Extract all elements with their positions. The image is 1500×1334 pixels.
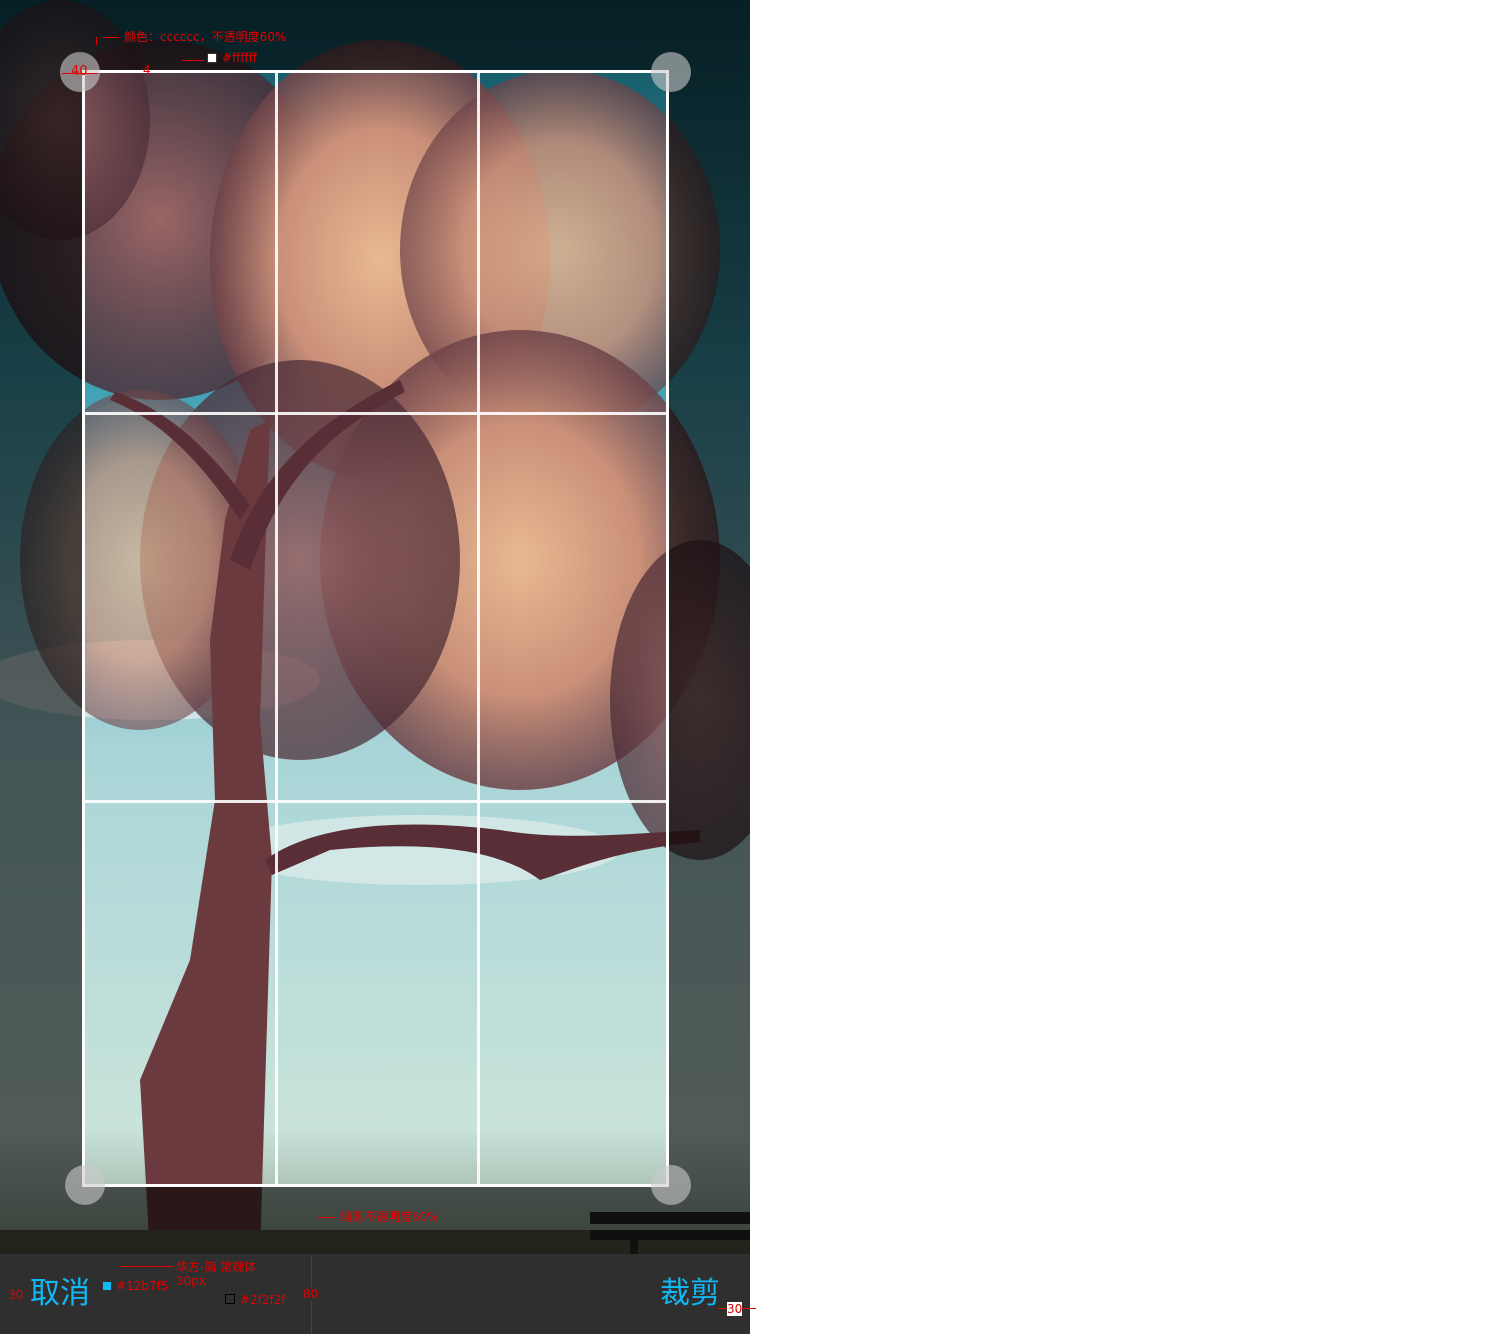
- grid-line-vertical-2: [477, 73, 480, 1184]
- mask-annotation: 纯黑不透明度60%: [340, 1210, 439, 1224]
- annotation-leader: [96, 37, 97, 45]
- white-swatch: [207, 53, 217, 63]
- grid-line-vertical-1: [275, 73, 278, 1184]
- bar-color-annotation: #2f2f2f: [240, 1293, 286, 1307]
- annotation-leader: [103, 37, 119, 38]
- font-annotation-line2: 30px: [176, 1274, 206, 1288]
- dark-swatch: [225, 1294, 235, 1304]
- grid-line-horizontal-1: [85, 412, 666, 415]
- annotation-leader: [318, 1217, 336, 1218]
- mask-top: [0, 0, 750, 70]
- annotation-leader: [182, 60, 204, 61]
- right-margin-annotation: 30: [727, 1302, 743, 1316]
- bottom-action-bar: 取消 裁剪: [0, 1254, 750, 1334]
- bar-height-annotation: 80: [303, 1287, 319, 1301]
- crop-handle-bottom-right[interactable]: [651, 1165, 691, 1205]
- handle-size-annotation: 40: [71, 64, 88, 79]
- left-margin-annotation: 30: [8, 1288, 24, 1302]
- handle-color-annotation: 颜色：cccccc，不透明度60%: [124, 30, 287, 44]
- crop-button[interactable]: 裁剪: [660, 1254, 720, 1334]
- crop-frame[interactable]: [82, 70, 669, 1187]
- crop-screen: 取消 裁剪: [0, 0, 750, 1334]
- crop-handle-top-right[interactable]: [651, 52, 691, 92]
- font-annotation-line1: 华方-简 常规体: [176, 1260, 257, 1274]
- border-width-annotation: 4: [143, 63, 151, 77]
- grid-line-horizontal-2: [85, 800, 666, 803]
- annotation-leader: [120, 1266, 174, 1267]
- grid-color-annotation: #ffffff: [222, 51, 257, 65]
- crop-handle-bottom-left[interactable]: [65, 1165, 105, 1205]
- blue-swatch: [102, 1281, 112, 1291]
- mask-right: [669, 70, 750, 1187]
- cancel-button[interactable]: 取消: [30, 1254, 90, 1334]
- handle-size-line: [62, 73, 98, 74]
- text-color-annotation: #12b7f5: [116, 1279, 169, 1293]
- mask-left: [0, 70, 82, 1187]
